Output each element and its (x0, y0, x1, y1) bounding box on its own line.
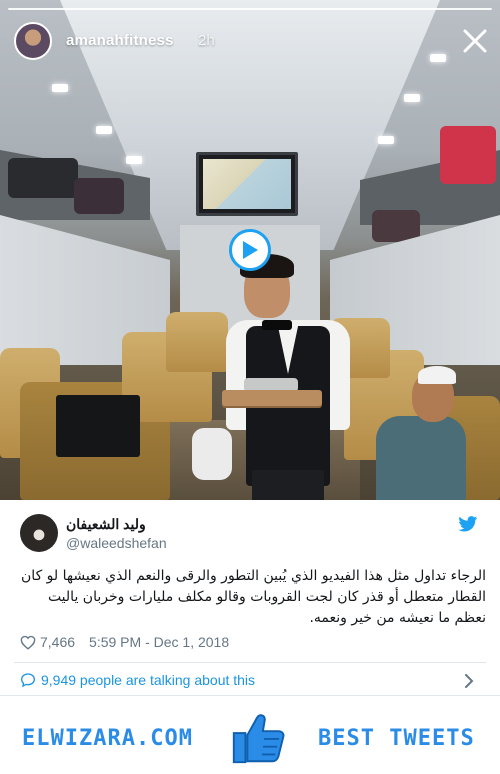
avatar[interactable] (20, 514, 58, 552)
tweet-timestamp[interactable]: 5:59 PM - Dec 1, 2018 (89, 634, 229, 650)
plastic-bag (192, 428, 232, 480)
seatback-screen (56, 395, 140, 457)
ceiling-light (96, 126, 112, 134)
tweet-card: وليد الشعيفان @waleedshefan الرجاء تداول… (0, 500, 500, 696)
ceiling-light (52, 84, 68, 92)
speech-bubble-icon (20, 673, 36, 688)
video-player[interactable]: amanahfitness 2h (0, 0, 500, 500)
heart-icon[interactable] (20, 635, 36, 650)
info-screen (196, 152, 298, 216)
conversation-link[interactable]: 9,949 people are talking about this (20, 672, 255, 688)
best-tweets-label: BEST TWEETS (318, 726, 475, 751)
twitter-bird-icon[interactable] (458, 516, 478, 532)
passenger-cap (418, 366, 456, 384)
divider (14, 662, 486, 663)
play-icon (243, 241, 258, 259)
author-handle[interactable]: @waleedshefan (66, 535, 167, 551)
author-name[interactable]: وليد الشعيفان (66, 516, 146, 533)
luggage-bag (372, 210, 420, 242)
story-username[interactable]: amanahfitness (66, 32, 174, 49)
conversation-text: 9,949 people are talking about this (41, 672, 256, 688)
bow-tie (262, 320, 292, 330)
luggage-bag (8, 158, 78, 198)
ceiling-light (404, 94, 420, 102)
luggage-bag (440, 126, 496, 184)
serving-tray (222, 390, 322, 406)
story-time: 2h (198, 32, 215, 49)
story-progress-bar (8, 8, 492, 10)
tweet-meta: 7,466 5:59 PM - Dec 1, 2018 (20, 634, 229, 650)
seat (166, 312, 228, 372)
thumbs-up-icon (232, 714, 285, 764)
luggage-bag (74, 178, 124, 214)
branding-footer: ELWIZARA.COM BEST TWEETS (0, 700, 500, 774)
close-icon[interactable] (462, 28, 488, 54)
like-count[interactable]: 7,466 (40, 634, 75, 650)
passenger (376, 416, 466, 500)
ceiling-light (126, 156, 142, 164)
story-avatar[interactable] (14, 22, 52, 60)
site-logo-text[interactable]: ELWIZARA.COM (22, 726, 193, 751)
route-map (203, 159, 291, 209)
waiter-legs (252, 470, 324, 500)
tweet-text: الرجاء تداول مثل هذا الفيديو الذي يُبين … (21, 568, 486, 626)
play-button[interactable] (229, 229, 271, 271)
ceiling-light (430, 54, 446, 62)
ceiling-light (378, 136, 394, 144)
chevron-right-icon[interactable] (464, 674, 474, 688)
